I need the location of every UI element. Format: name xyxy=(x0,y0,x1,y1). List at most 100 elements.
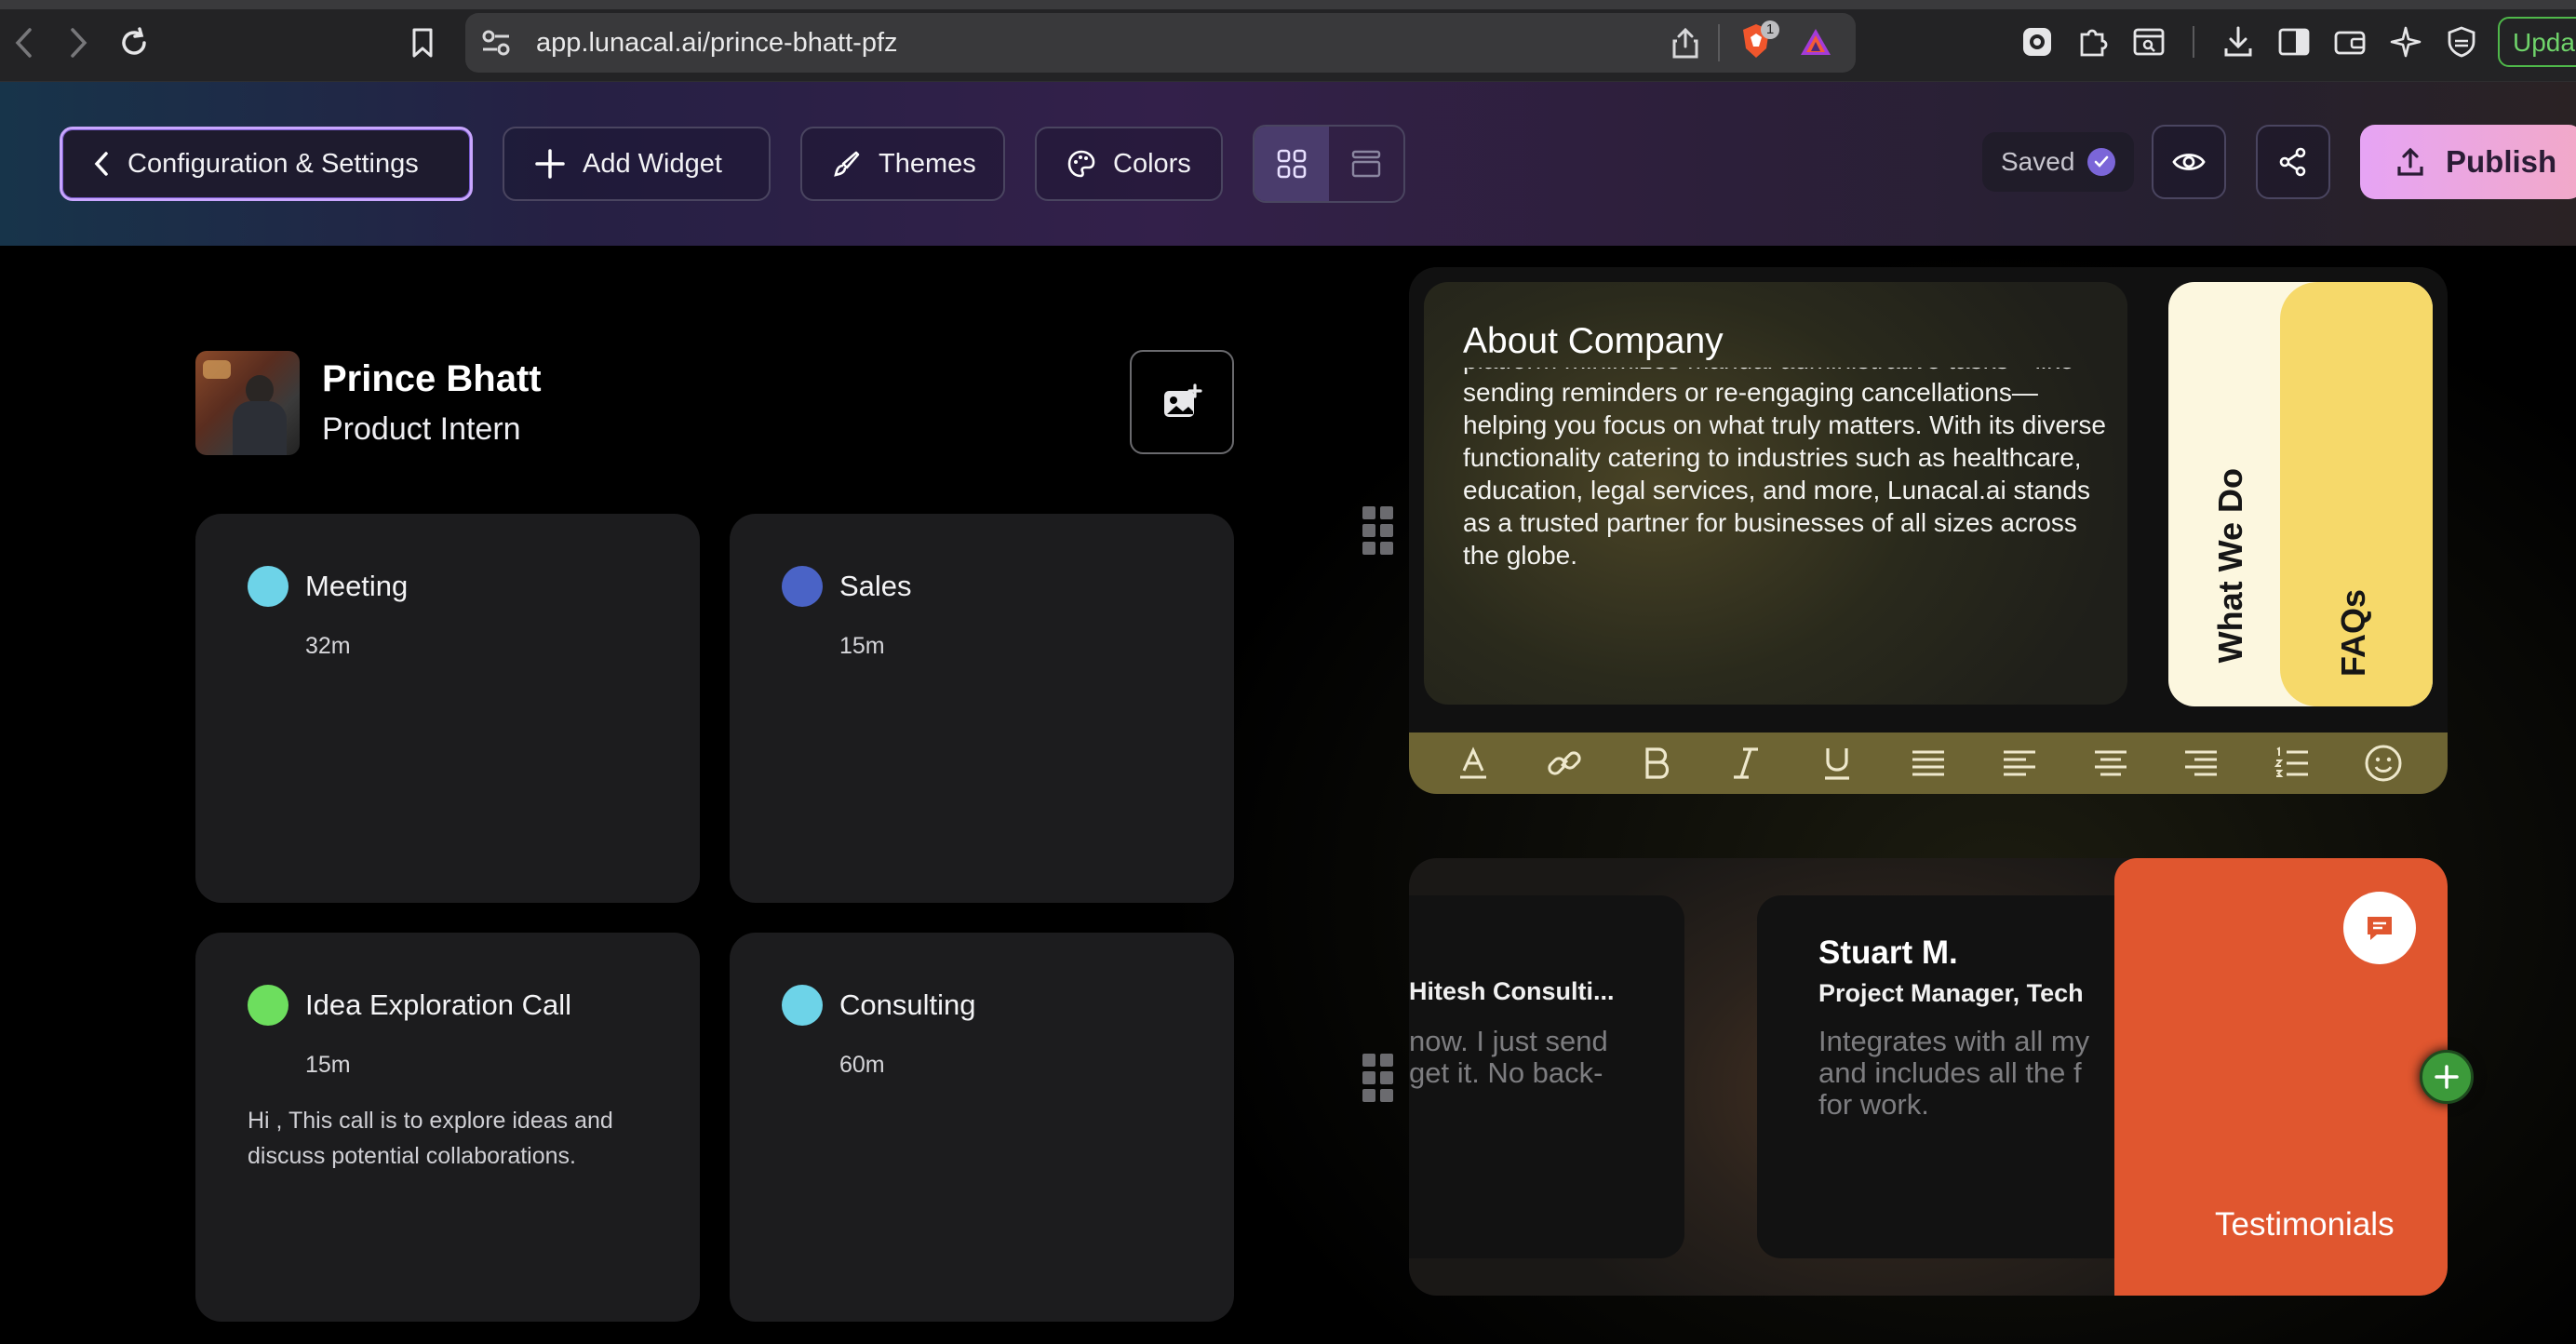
site-settings-icon[interactable] xyxy=(480,28,512,58)
puzzle-extensions-icon[interactable] xyxy=(2073,22,2113,61)
grid-icon xyxy=(1277,149,1307,179)
about-tabs: What We Do FAQs xyxy=(2168,282,2433,706)
event-duration: 15m xyxy=(839,633,885,659)
underline-icon[interactable] xyxy=(1816,742,1858,785)
profile-name[interactable]: Prince Bhatt xyxy=(322,358,542,400)
back-icon[interactable] xyxy=(6,24,43,61)
colors-button[interactable]: Colors xyxy=(1035,127,1223,201)
shields-count-badge: 1 xyxy=(1761,20,1779,39)
tab-faqs-label: FAQs xyxy=(2334,589,2372,678)
tab-what-we-do[interactable]: What We Do xyxy=(2211,468,2250,663)
event-card-idea-exploration[interactable]: Idea Exploration Call 15m Hi , This call… xyxy=(195,933,700,1322)
link-icon[interactable] xyxy=(1543,742,1586,785)
event-color-dot xyxy=(248,985,288,1026)
testimonial-role: Hitesh Consulti... xyxy=(1409,977,1615,1005)
align-center-icon[interactable] xyxy=(2089,742,2132,785)
about-body-text[interactable]: platform minimizes manual administrative… xyxy=(1463,368,2114,571)
ordered-list-icon[interactable] xyxy=(2271,742,2314,785)
vpn-shield-icon[interactable] xyxy=(2442,22,2481,61)
publish-label: Publish xyxy=(2446,144,2557,179)
event-card-sales[interactable]: Sales 15m xyxy=(730,514,1234,903)
share-icon xyxy=(2279,147,2306,177)
emoji-icon[interactable] xyxy=(2362,742,2405,785)
event-color-dot xyxy=(782,566,823,607)
grid-view-button[interactable] xyxy=(1254,127,1329,201)
testimonial-card[interactable]: Hitesh Consulti... now. I just send get … xyxy=(1409,895,1684,1258)
themes-button[interactable]: Themes xyxy=(800,127,1005,201)
brave-rewards-icon[interactable] xyxy=(1798,26,1833,58)
address-bar[interactable]: app.lunacal.ai/prince-bhatt-pfz 1 xyxy=(465,13,1856,73)
publish-button[interactable]: Publish xyxy=(2360,125,2576,199)
align-right-icon[interactable] xyxy=(2180,742,2222,785)
testimonial-quote-line: now. I just send xyxy=(1409,1025,1608,1057)
update-button[interactable]: Upda xyxy=(2498,17,2576,67)
brave-shields-icon[interactable]: 1 xyxy=(1740,20,1779,63)
plus-icon xyxy=(534,148,566,180)
reload-icon[interactable] xyxy=(115,24,153,61)
saved-label: Saved xyxy=(2001,147,2075,176)
wallet-icon[interactable] xyxy=(2330,22,2369,61)
themes-label: Themes xyxy=(879,148,976,179)
align-left-icon[interactable] xyxy=(1998,742,2041,785)
add-widget-label: Add Widget xyxy=(583,148,722,179)
layout-view-toggle xyxy=(1253,125,1405,203)
upload-icon xyxy=(2395,146,2425,178)
event-color-dot xyxy=(782,985,823,1026)
about-body-scroll[interactable]: platform minimizes manual administrative… xyxy=(1463,368,2114,684)
plus-icon xyxy=(2435,1065,2459,1089)
event-duration: 60m xyxy=(839,1052,885,1078)
about-company-widget: About Company platform minimizes manual … xyxy=(1409,267,2448,794)
list-layout-icon xyxy=(1351,150,1381,178)
add-widget-button[interactable]: Add Widget xyxy=(503,127,771,201)
event-title: Consulting xyxy=(839,988,976,1021)
event-duration: 32m xyxy=(305,633,351,659)
text-color-icon[interactable] xyxy=(1452,742,1495,785)
testimonial-quote-line: get it. No back- xyxy=(1409,1056,1603,1089)
extension-icon-1[interactable] xyxy=(2018,22,2057,61)
about-heading[interactable]: About Company xyxy=(1463,321,2127,362)
window-top-strip xyxy=(0,0,2576,9)
url-text[interactable]: app.lunacal.ai/prince-bhatt-pfz xyxy=(536,28,898,59)
tab-faqs[interactable]: FAQs xyxy=(2280,282,2433,706)
about-company-card[interactable]: About Company platform minimizes manual … xyxy=(1424,282,2127,705)
eye-icon xyxy=(2172,154,2206,170)
profile-header: Prince Bhatt Product Intern xyxy=(195,351,542,455)
justify-icon[interactable] xyxy=(1907,742,1950,785)
testimonials-panel[interactable]: Testimonials xyxy=(2114,858,2448,1296)
profile-role[interactable]: Product Intern xyxy=(322,411,542,448)
share-page-icon[interactable] xyxy=(1671,26,1699,60)
configuration-settings-button[interactable]: Configuration & Settings xyxy=(60,127,473,201)
event-card-consulting[interactable]: Consulting 60m xyxy=(730,933,1234,1322)
testimonials-widget: Hitesh Consulti... now. I just send get … xyxy=(1409,858,2448,1296)
drag-handle-icon[interactable] xyxy=(1362,506,1394,555)
list-view-button[interactable] xyxy=(1329,127,1403,201)
sidebar-toggle-icon[interactable] xyxy=(2274,22,2314,61)
testimonial-name: Stuart M. xyxy=(1818,934,1958,971)
palette-icon xyxy=(1067,149,1096,179)
drag-handle-icon[interactable] xyxy=(1362,1054,1394,1102)
avatar[interactable] xyxy=(195,351,300,455)
bookmark-icon[interactable] xyxy=(404,24,441,61)
page-search-icon[interactable] xyxy=(2129,22,2168,61)
colors-label: Colors xyxy=(1113,148,1191,179)
event-card-meeting[interactable]: Meeting 32m xyxy=(195,514,700,903)
forward-icon[interactable] xyxy=(60,24,97,61)
chat-bubble-icon xyxy=(2343,892,2416,964)
brush-icon xyxy=(832,149,862,179)
bold-icon[interactable] xyxy=(1634,742,1677,785)
preview-button[interactable] xyxy=(2152,125,2226,199)
add-image-button[interactable] xyxy=(1130,350,1234,454)
testimonial-quote-line: for work. xyxy=(1818,1088,1929,1121)
check-icon xyxy=(2087,148,2116,176)
add-image-icon xyxy=(1164,383,1202,417)
configuration-settings-label: Configuration & Settings xyxy=(127,148,419,179)
event-title: Idea Exploration Call xyxy=(305,988,572,1021)
add-testimonial-button[interactable] xyxy=(2420,1050,2474,1104)
italic-icon[interactable] xyxy=(1724,742,1767,785)
testimonial-role: Project Manager, Tech xyxy=(1818,979,2084,1007)
download-icon[interactable] xyxy=(2219,22,2258,61)
share-button[interactable] xyxy=(2256,125,2330,199)
event-description: Hi , This call is to explore ideas and d… xyxy=(248,1108,613,1169)
leo-ai-icon[interactable] xyxy=(2386,22,2425,61)
event-title: Sales xyxy=(839,570,912,602)
